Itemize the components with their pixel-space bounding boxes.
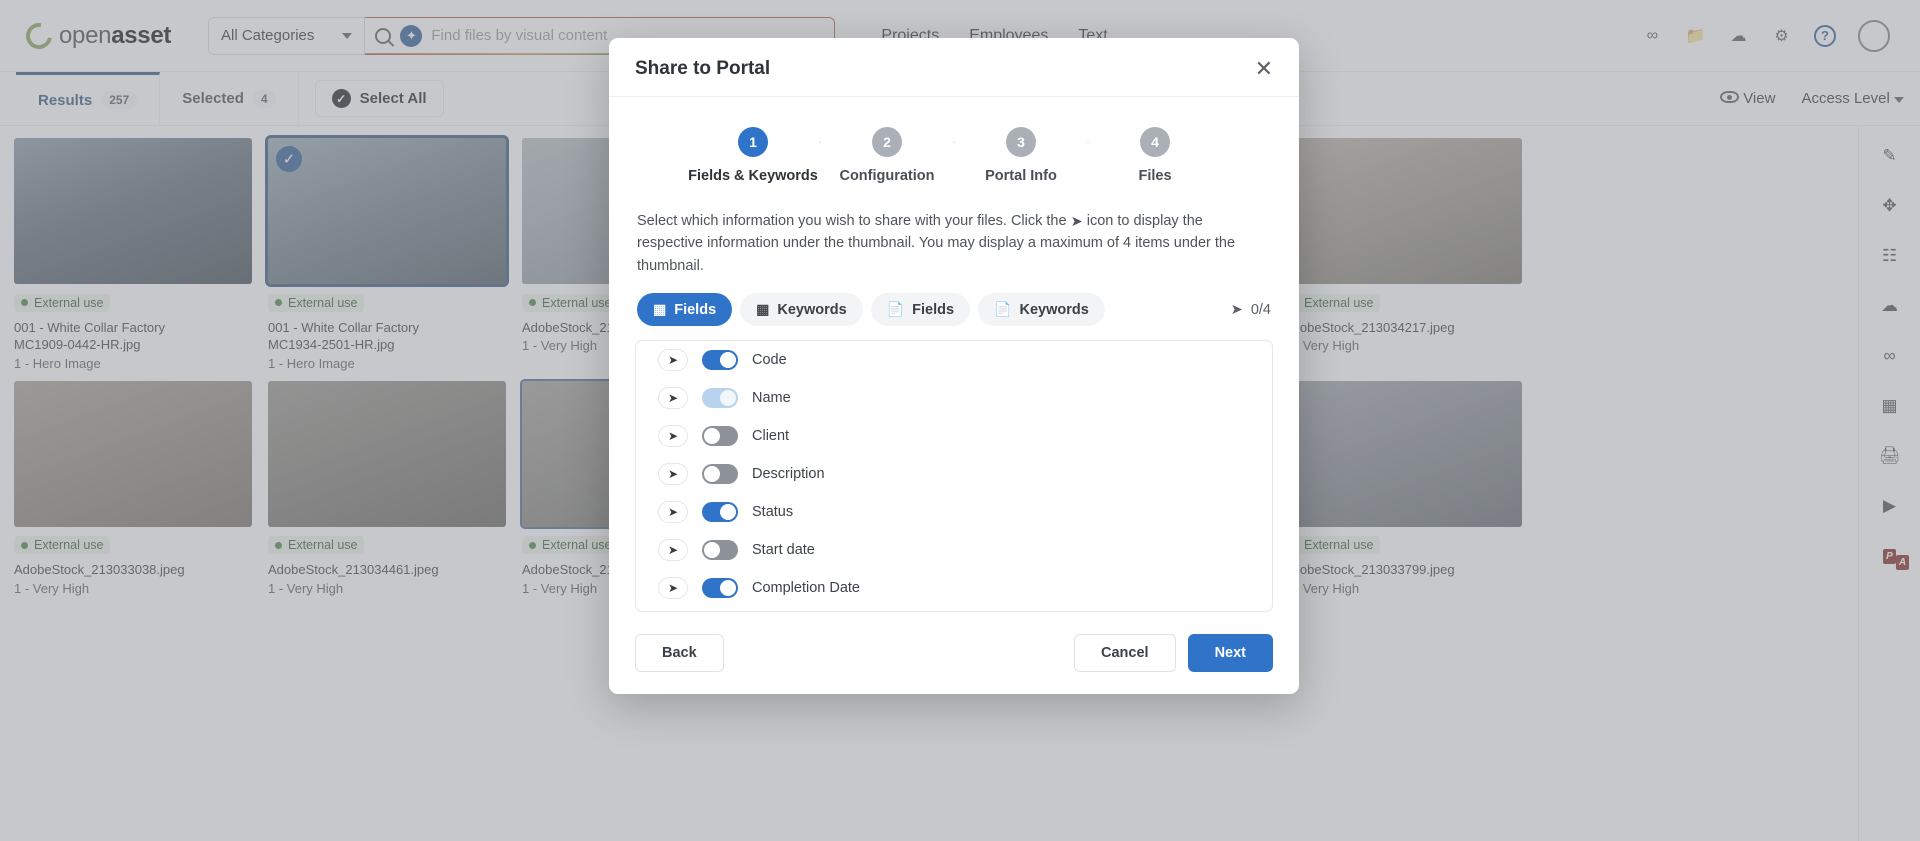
field-toggle[interactable] <box>702 350 738 371</box>
step-files[interactable]: 4 Files <box>1089 127 1221 184</box>
chip-project-keywords[interactable]: ▦ Keywords <box>740 293 863 327</box>
field-row[interactable]: ➤ Start date <box>636 531 1272 569</box>
field-toggle[interactable] <box>702 502 738 523</box>
field-row[interactable]: ➤ Description <box>636 455 1272 493</box>
display-arrow-icon[interactable]: ➤ <box>658 463 688 486</box>
description-part1: Select which information you wish to sha… <box>637 213 1067 229</box>
chip-label: Fields <box>674 301 717 318</box>
field-label: Completion Date <box>752 580 860 597</box>
chip-file-keywords[interactable]: 📄 Keywords <box>978 293 1105 327</box>
field-toggle[interactable] <box>702 464 738 485</box>
step-configuration[interactable]: 2 Configuration <box>821 127 953 184</box>
field-label: Code <box>752 352 787 369</box>
field-row[interactable]: ➤ Status <box>636 493 1272 531</box>
dialog-title: Share to Portal <box>635 58 771 79</box>
building-icon: ▦ <box>653 301 667 318</box>
step-number: 2 <box>872 127 902 157</box>
step-label: Fields & Keywords <box>688 168 818 184</box>
cancel-button[interactable]: Cancel <box>1074 634 1176 673</box>
dialog-footer: Back Cancel Next <box>609 616 1299 694</box>
display-count-value: 0/4 <box>1250 301 1271 318</box>
chip-label: Fields <box>912 301 955 318</box>
footer-actions: Cancel Next <box>1074 634 1273 673</box>
display-counter: ➤ 0/4 <box>1231 302 1271 318</box>
field-label: Status <box>752 504 794 521</box>
field-list[interactable]: ➤ Code ➤ Name ➤ Client ➤ Description ➤ S… <box>635 340 1273 613</box>
close-icon[interactable]: ✕ <box>1255 58 1273 80</box>
chip-label: Keywords <box>777 301 847 318</box>
field-toggle[interactable] <box>702 540 738 561</box>
display-arrow-icon[interactable]: ➤ <box>658 539 688 562</box>
next-button[interactable]: Next <box>1187 634 1273 673</box>
step-number: 1 <box>738 127 768 157</box>
chip-file-fields[interactable]: 📄 Fields <box>870 293 971 327</box>
field-label: Start date <box>752 542 815 559</box>
display-arrow-icon: ➤ <box>1070 214 1083 230</box>
field-row[interactable]: ➤ Code <box>636 341 1272 379</box>
chip-project-fields[interactable]: ▦ Fields <box>637 293 733 327</box>
field-toggle[interactable] <box>702 578 738 599</box>
display-arrow-icon[interactable]: ➤ <box>658 577 688 600</box>
document-icon: 📄 <box>994 301 1012 318</box>
dialog-header: Share to Portal ✕ <box>609 38 1299 97</box>
dialog-body: 1 Fields & Keywords 2 Configuration 3 Po… <box>609 97 1299 616</box>
step-fields-keywords[interactable]: 1 Fields & Keywords <box>687 127 819 184</box>
field-toggle[interactable] <box>702 426 738 447</box>
display-arrow-icon: ➤ <box>1230 301 1243 318</box>
display-arrow-icon[interactable]: ➤ <box>658 387 688 410</box>
display-arrow-icon[interactable]: ➤ <box>658 501 688 524</box>
stepper: 1 Fields & Keywords 2 Configuration 3 Po… <box>635 123 1273 188</box>
field-row[interactable]: ➤ Name <box>636 379 1272 417</box>
field-toggle[interactable] <box>702 388 738 409</box>
field-label: Name <box>752 390 791 407</box>
step-label: Files <box>1138 168 1172 184</box>
display-arrow-icon[interactable]: ➤ <box>658 425 688 448</box>
document-icon: 📄 <box>886 301 905 318</box>
field-label: Client <box>752 428 790 445</box>
step-number: 3 <box>1006 127 1036 157</box>
dialog-description: Select which information you wish to sha… <box>635 188 1273 277</box>
building-icon: ▦ <box>756 301 770 318</box>
field-row[interactable]: ➤ Completion Date <box>636 569 1272 607</box>
back-button[interactable]: Back <box>635 634 724 673</box>
chip-label: Keywords <box>1019 301 1089 318</box>
step-label: Configuration <box>839 168 935 184</box>
field-row[interactable]: ➤ Area (m²/ft²) <box>636 607 1272 611</box>
display-arrow-icon[interactable]: ➤ <box>658 349 688 372</box>
source-tabs: ▦ Fields ▦ Keywords 📄 Fields 📄 Keywords … <box>635 277 1273 340</box>
step-label: Portal Info <box>985 168 1057 184</box>
step-portal-info[interactable]: 3 Portal Info <box>955 127 1087 184</box>
field-row[interactable]: ➤ Client <box>636 417 1272 455</box>
field-label: Description <box>752 466 825 483</box>
step-number: 4 <box>1140 127 1170 157</box>
share-to-portal-dialog: Share to Portal ✕ 1 Fields & Keywords 2 … <box>609 38 1299 695</box>
